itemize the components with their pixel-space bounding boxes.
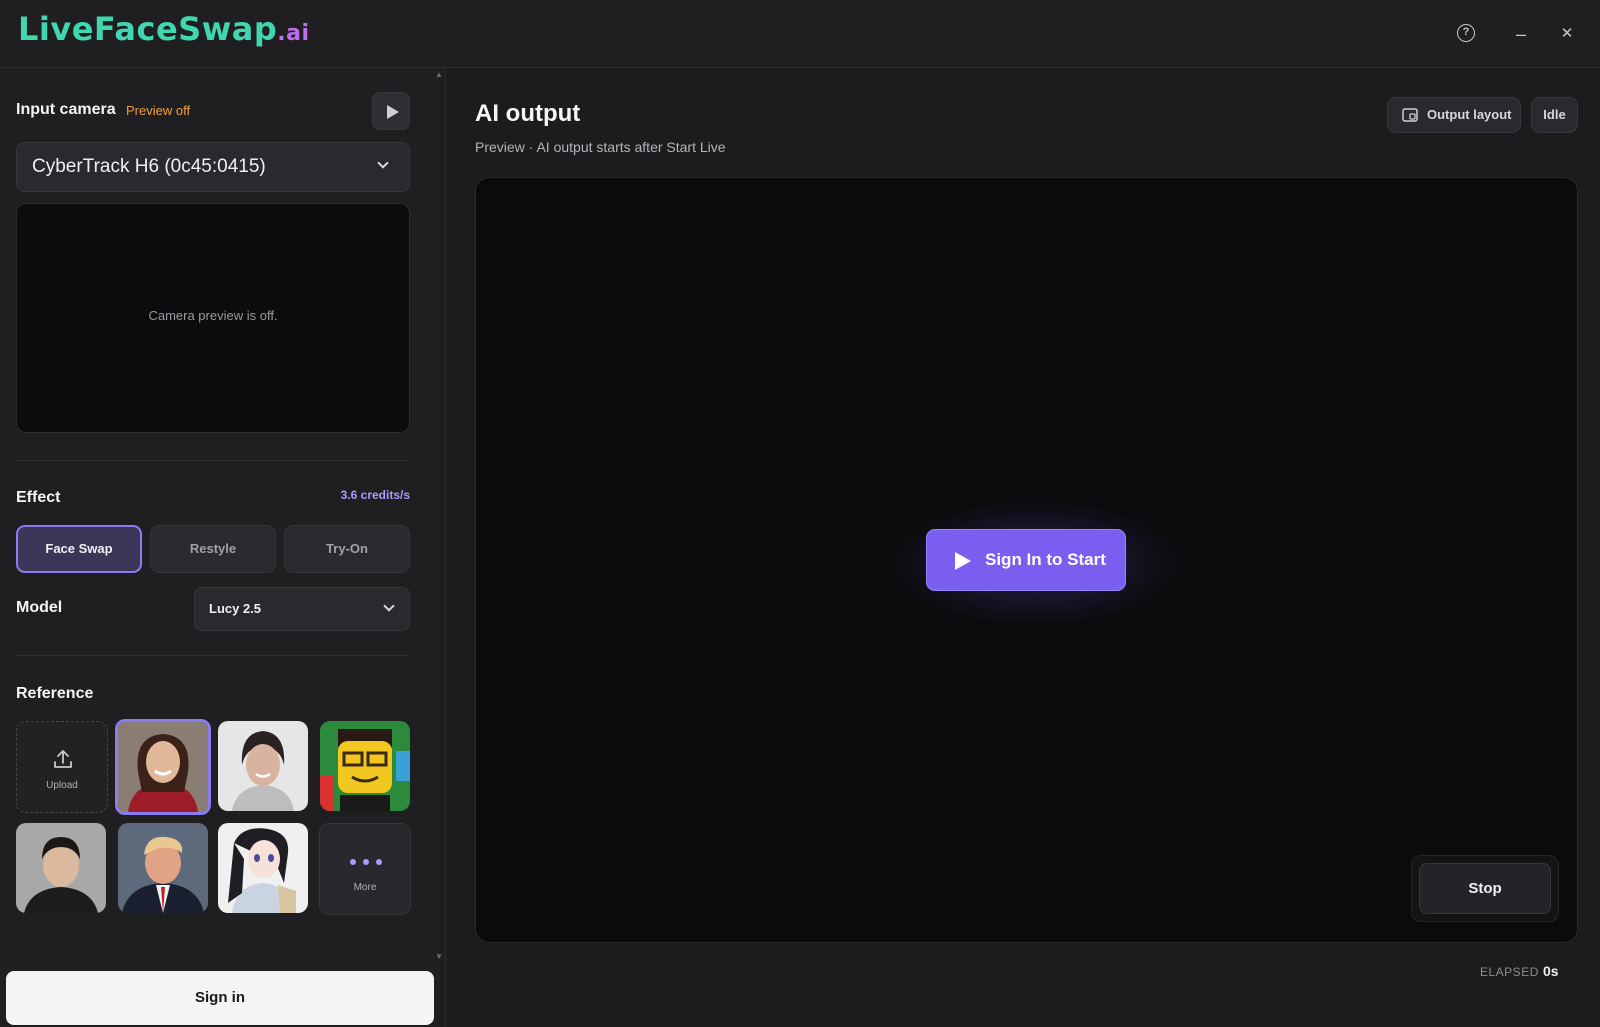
preview-status-badge: Preview off: [126, 103, 191, 118]
stop-button-container: Stop: [1411, 855, 1559, 922]
model-select-value: Lucy 2.5: [209, 601, 262, 616]
upload-icon: [54, 750, 72, 768]
play-icon: [387, 105, 399, 119]
help-icon[interactable]: ?: [1457, 24, 1475, 42]
portrait-image: [218, 823, 308, 913]
minimize-icon[interactable]: –: [1507, 20, 1535, 48]
portrait-image: [16, 823, 106, 913]
scroll-up-arrow-icon[interactable]: ▲: [434, 70, 444, 80]
reference-thumbnail-man-suit[interactable]: [118, 823, 208, 913]
camera-select-value: CyberTrack H6 (0c45:0415): [32, 156, 266, 177]
camera-preview-message: Camera preview is off.: [148, 308, 278, 323]
sign-in-button[interactable]: Sign in: [6, 971, 434, 1025]
more-label: More: [353, 882, 377, 893]
more-references-button[interactable]: More: [319, 823, 411, 915]
title-bar: LiveFaceSwap.ai ? – ✕: [0, 0, 1600, 68]
upload-label: Upload: [46, 780, 78, 791]
divider: [16, 460, 410, 461]
reference-thumbnail-lego-character[interactable]: [320, 721, 410, 811]
ai-output-stage: Sign In to Start Stop: [475, 177, 1578, 943]
logo-main: LiveFaceSwap: [18, 10, 278, 48]
reference-title: Reference: [16, 685, 94, 702]
effect-title: Effect: [16, 489, 61, 506]
portrait-image: [218, 721, 308, 811]
close-icon[interactable]: ✕: [1553, 20, 1581, 48]
reference-thumbnail-woman-red-top[interactable]: [115, 719, 211, 815]
portrait-image: [118, 722, 208, 812]
scroll-down-arrow-icon[interactable]: ▼: [434, 952, 444, 962]
elapsed-value: 0s: [1543, 963, 1559, 979]
reference-thumbnail-anime-girl[interactable]: [218, 823, 308, 913]
model-title: Model: [16, 599, 63, 616]
portrait-image: [320, 721, 410, 811]
more-dots-icon: [350, 859, 382, 865]
effect-face-swap-button[interactable]: Face Swap: [16, 525, 142, 573]
effect-try-on-button[interactable]: Try-On: [284, 525, 410, 573]
effect-restyle-button[interactable]: Restyle: [150, 525, 276, 573]
status-badge: Idle: [1531, 97, 1578, 133]
stop-button[interactable]: Stop: [1419, 863, 1551, 914]
logo-suffix: .ai: [277, 21, 310, 46]
elapsed-label: ELAPSED: [1480, 965, 1539, 979]
sign-in-to-start-button[interactable]: Sign In to Start: [926, 529, 1126, 591]
ai-output-subtitle: Preview · AI output starts after Start L…: [475, 139, 726, 155]
credits-rate: 3.6 credits/s: [340, 488, 410, 502]
output-layout-label: Output layout: [1427, 107, 1512, 122]
left-panel: ▲ Input camera Preview off CyberTrack H6…: [0, 68, 446, 1027]
chevron-down-icon: [377, 157, 389, 169]
ai-output-title: AI output: [475, 100, 581, 127]
chevron-down-icon: [383, 600, 395, 612]
model-select[interactable]: Lucy 2.5: [194, 587, 410, 631]
camera-preview: Camera preview is off.: [16, 203, 410, 433]
reference-thumbnail-woman-dark-hair[interactable]: [218, 721, 308, 811]
reference-thumbnail-man-black-shirt[interactable]: [16, 823, 106, 913]
start-button-label: Sign In to Start: [985, 550, 1106, 569]
layout-icon: [1402, 108, 1418, 122]
play-icon: [955, 552, 971, 570]
upload-reference-button[interactable]: Upload: [16, 721, 108, 813]
preview-play-button[interactable]: [372, 92, 410, 130]
input-camera-title: Input camera: [16, 101, 116, 118]
portrait-image: [118, 823, 208, 913]
divider: [16, 655, 410, 656]
app-logo: LiveFaceSwap.ai: [18, 10, 310, 48]
output-layout-button[interactable]: Output layout: [1387, 97, 1521, 133]
camera-select[interactable]: CyberTrack H6 (0c45:0415): [16, 142, 410, 192]
